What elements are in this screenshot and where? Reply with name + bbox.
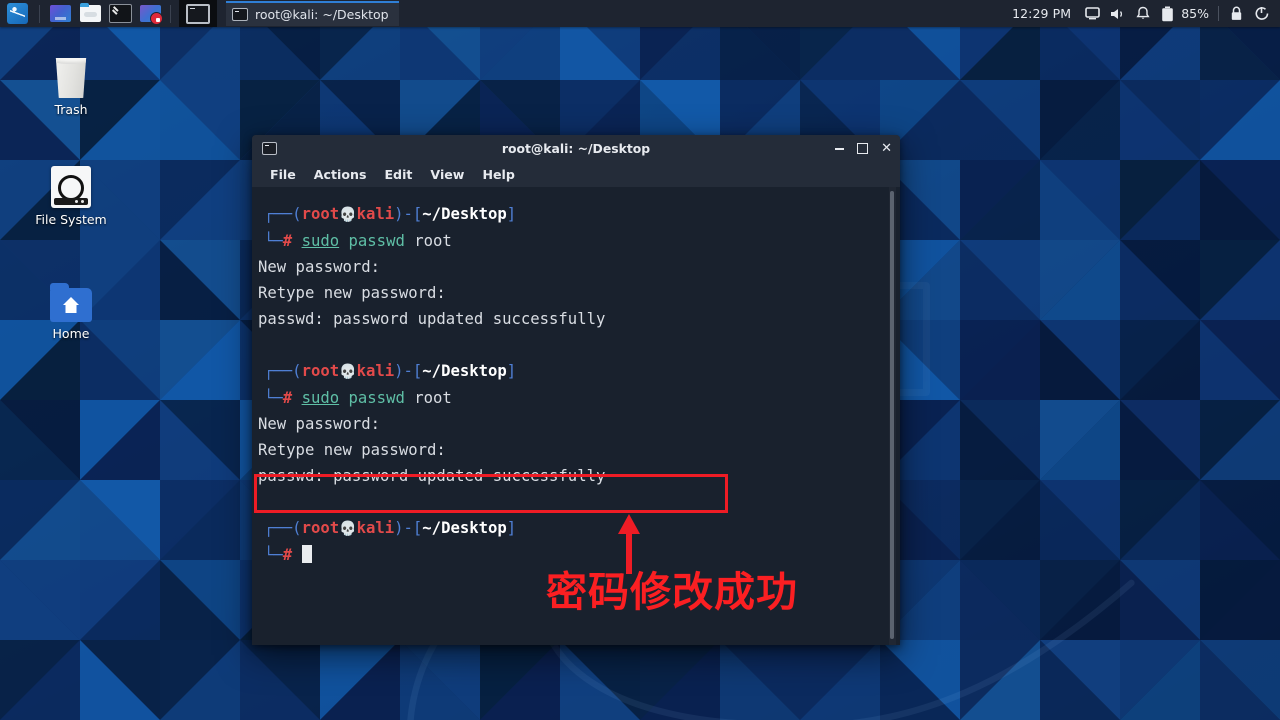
terminal-output-line: passwd: password updated successfully [258,467,606,485]
terminal-output-line: Retype new password: [258,441,446,459]
terminal-title: root@kali: ~/Desktop [501,140,651,156]
desktop-icon-home[interactable]: Home [27,272,115,341]
terminal-prompt-line: ┌──(root💀kali)-[~/Desktop] [264,205,517,223]
close-button[interactable]: ✕ [881,142,892,155]
vertical-scrollbar[interactable] [889,187,896,645]
maximize-button[interactable] [857,142,869,154]
panel-separator [39,4,40,23]
tray-separator [1218,6,1219,21]
desktop-icon-file-system[interactable]: File System [27,158,115,227]
logout-icon[interactable] [1249,0,1274,27]
annotation-note-text: 密码修改成功 [546,568,798,616]
terminal-prompt-line: ┌──(root💀kali)-[~/Desktop] [264,362,517,380]
menu-actions[interactable]: Actions [306,165,375,184]
terminal-output-line: New password: [258,415,381,433]
terminal-launcher[interactable] [105,0,135,27]
terminal-icon [232,8,248,21]
display-icon[interactable] [1080,0,1105,27]
desktop-icon-label: Trash [54,102,88,117]
taskbar-window-button[interactable]: root@kali: ~/Desktop [226,1,399,26]
panel-separator [170,4,171,23]
show-desktop-icon [186,3,210,24]
file-manager-launcher[interactable] [75,0,105,27]
show-desktop-button[interactable] [179,0,217,27]
desktop-icon-trash[interactable]: Trash [27,48,115,117]
taskbar-window-label: root@kali: ~/Desktop [255,7,389,22]
kali-menu-button[interactable] [0,0,34,27]
browser-icon [49,5,71,22]
menu-file[interactable]: File [262,165,304,184]
record-icon [139,5,163,25]
terminal-command-line: └─# [258,542,900,568]
home-folder-icon [27,272,115,322]
menu-view[interactable]: View [422,165,472,184]
desktop-icon-label: File System [35,212,107,227]
kali-dragon-icon [6,3,28,24]
lock-icon[interactable] [1224,0,1249,27]
notification-bell-icon[interactable] [1130,0,1155,27]
terminal-output-line: passwd: password updated successfully [258,310,606,328]
volume-icon[interactable] [1105,0,1130,27]
terminal-cursor [301,545,312,563]
terminal-output-line: Retype new password: [258,284,446,302]
menu-help[interactable]: Help [474,165,522,184]
trash-icon [27,48,115,98]
battery-icon[interactable] [1155,0,1180,27]
folder-icon [79,3,101,22]
annotation-arrow-icon [618,514,640,574]
screen-recorder-launcher[interactable] [135,0,165,27]
top-panel[interactable]: root@kali: ~/Desktop 12:29 PM 85% [0,0,1280,27]
terminal-titlebar[interactable]: root@kali: ~/Desktop ✕ [252,135,900,161]
terminal-prompt-line: ┌──(root💀kali)-[~/Desktop] [264,519,517,537]
terminal-icon [108,4,132,23]
battery-percent-label: 85% [1181,6,1209,21]
terminal-command-line: └─# sudo passwd root [264,389,452,407]
terminal-menubar[interactable]: File Actions Edit View Help [252,161,900,187]
desktop-screen: KALI BY OFFENSIVE SECURITY Trash File Sy… [0,0,1280,720]
clock[interactable]: 12:29 PM [1012,6,1071,21]
terminal-icon [262,141,277,155]
desktop-icon-label: Home [52,326,90,341]
web-browser-launcher[interactable] [45,0,75,27]
terminal-output-line: New password: [258,258,381,276]
terminal-command-line: └─# sudo passwd root [264,232,452,250]
harddisk-icon [27,158,115,208]
menu-edit[interactable]: Edit [376,165,420,184]
